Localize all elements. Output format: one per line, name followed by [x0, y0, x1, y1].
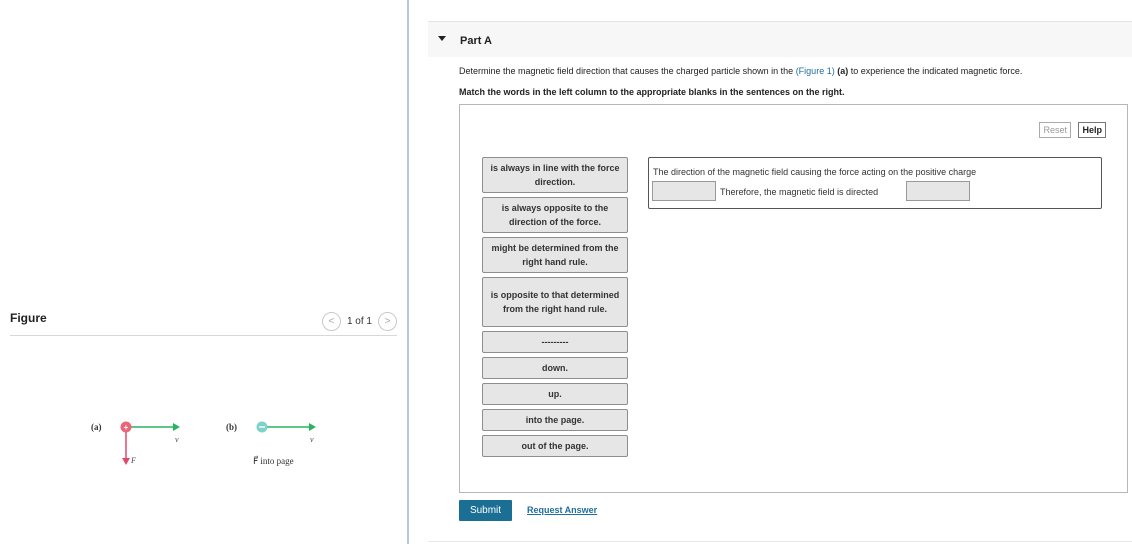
- instruction-text: Match the words in the left column to th…: [459, 87, 845, 97]
- force-arrowhead-a: [122, 458, 130, 465]
- question-pane: Part A Determine the magnetic field dire…: [428, 0, 1132, 544]
- question-bold: (a): [837, 66, 849, 76]
- question-pre: Determine the magnetic field direction t…: [459, 66, 796, 76]
- force-label-a: F⃗: [130, 456, 142, 465]
- velocity-arrowhead-b: [309, 423, 316, 431]
- option-chip[interactable]: up.: [482, 383, 628, 405]
- sentence-box: The direction of the magnetic field caus…: [648, 157, 1102, 209]
- question-post: to experience the indicated magnetic for…: [848, 66, 1023, 76]
- figure-panel: Figure < 1 of 1 > (a) + v⃗ F⃗ (b) v⃗ F⃗ …: [0, 0, 407, 544]
- caret-down-icon[interactable]: [438, 36, 446, 41]
- velocity-arrowhead-a: [173, 423, 180, 431]
- option-chip[interactable]: ---------: [482, 331, 628, 353]
- pane-divider[interactable]: [407, 0, 409, 544]
- option-chip[interactable]: is always opposite to the direction of t…: [482, 197, 628, 233]
- figure-pager: < 1 of 1 >: [321, 312, 397, 331]
- option-chip[interactable]: into the page.: [482, 409, 628, 431]
- blank-drop-target-2[interactable]: [906, 181, 970, 201]
- figure-label-b: (b): [226, 422, 237, 432]
- sentence-line-2: Therefore, the magnetic field is directe…: [720, 187, 879, 197]
- reset-button[interactable]: Reset: [1039, 122, 1071, 138]
- option-chip[interactable]: down.: [482, 357, 628, 379]
- figure-header: Figure < 1 of 1 >: [10, 308, 397, 336]
- chevron-left-icon: <: [328, 316, 335, 327]
- part-header[interactable]: Part A: [428, 21, 1132, 57]
- option-chip[interactable]: out of the page.: [482, 435, 628, 457]
- plus-sign: +: [124, 423, 129, 432]
- chevron-right-icon: >: [384, 316, 391, 327]
- question-text: Determine the magnetic field direction t…: [459, 66, 1022, 76]
- option-chip[interactable]: is always in line with the force directi…: [482, 157, 628, 193]
- part-title: Part A: [460, 35, 492, 47]
- option-chip[interactable]: might be determined from the right hand …: [482, 237, 628, 273]
- velocity-label-b: v⃗: [310, 435, 320, 444]
- prev-figure-button[interactable]: <: [321, 312, 341, 331]
- force-into-page-caption: F⃗ into page: [253, 455, 294, 466]
- matching-workspace: Reset Help is always in line with the fo…: [459, 104, 1128, 493]
- figure-link[interactable]: (Figure 1): [796, 66, 835, 76]
- velocity-label-a: v⃗: [175, 435, 185, 444]
- blank-drop-target-1[interactable]: [652, 181, 716, 201]
- option-chip[interactable]: is opposite to that determined from the …: [482, 277, 628, 327]
- bottom-divider: [428, 541, 1132, 542]
- figure-image: (a) + v⃗ F⃗ (b) v⃗ F⃗ into page: [91, 421, 320, 466]
- figure-title: Figure: [10, 311, 47, 325]
- submit-button[interactable]: Submit: [459, 500, 512, 521]
- request-answer-link[interactable]: Request Answer: [527, 505, 597, 515]
- figure-page-indicator: 1 of 1: [346, 316, 372, 327]
- figure-label-a: (a): [91, 422, 102, 432]
- help-button[interactable]: Help: [1078, 122, 1106, 138]
- next-figure-button[interactable]: >: [378, 312, 397, 331]
- sentence-line-1: The direction of the magnetic field caus…: [653, 167, 977, 177]
